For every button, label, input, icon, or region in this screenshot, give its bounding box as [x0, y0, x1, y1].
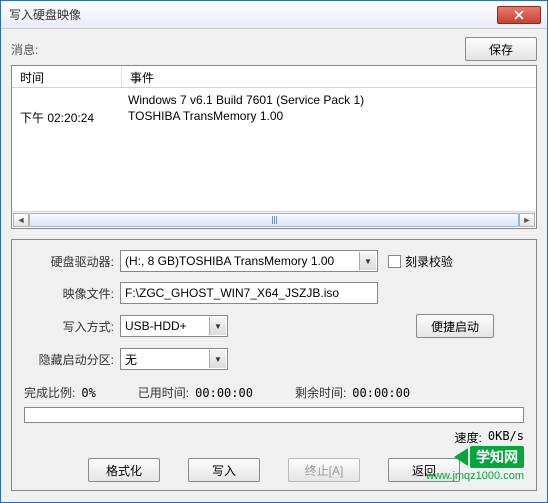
- verify-label: 刻录校验: [405, 253, 453, 270]
- chevron-down-icon[interactable]: ▼: [209, 350, 226, 368]
- scroll-left-arrow[interactable]: ◄: [13, 213, 29, 227]
- watermark-url: www.jmqz1000.com: [426, 470, 524, 482]
- hidden-partition-combo[interactable]: 无 ▼: [120, 348, 228, 370]
- speed-label: 速度:: [455, 429, 482, 446]
- stats-row: 完成比例: 0% 已用时间: 00:00:00 剩余时间: 00:00:00: [24, 384, 524, 401]
- scroll-track[interactable]: [29, 213, 519, 227]
- percent-value: 0%: [81, 386, 95, 400]
- scroll-thumb[interactable]: [29, 213, 519, 227]
- elapsed-value: 00:00:00: [195, 386, 253, 400]
- col-time[interactable]: 时间: [12, 66, 122, 87]
- image-label: 映像文件:: [24, 285, 120, 302]
- window-title: 写入硬盘映像: [9, 6, 81, 23]
- close-button[interactable]: [497, 6, 541, 24]
- action-buttons: 格式化 写入 终止[A] 返回 学知网 www.jmqz1000.com: [24, 458, 524, 482]
- form-panel: 硬盘驱动器: (H:, 8 GB)TOSHIBA TransMemory 1.0…: [11, 239, 537, 491]
- titlebar[interactable]: 写入硬盘映像: [1, 1, 547, 29]
- percent-label: 完成比例:: [24, 384, 75, 401]
- log-panel: 时间 事件 Windows 7 v6.1 Build 7601 (Service…: [11, 65, 537, 229]
- write-disk-image-window: 写入硬盘映像 消息: 保存 时间 事件 Windows 7 v6.1 Build…: [0, 0, 548, 503]
- scroll-right-arrow[interactable]: ►: [519, 213, 535, 227]
- save-button[interactable]: 保存: [465, 37, 537, 61]
- remaining-label: 剩余时间:: [295, 384, 346, 401]
- verify-checkbox[interactable]: [388, 255, 401, 268]
- quick-boot-button[interactable]: 便捷启动: [416, 314, 494, 338]
- close-icon: [514, 10, 524, 20]
- watermark-text: 学知网: [470, 446, 524, 468]
- messages-label: 消息:: [11, 41, 38, 58]
- verify-checkbox-wrap[interactable]: 刻录校验: [388, 253, 453, 270]
- format-button[interactable]: 格式化: [88, 458, 160, 482]
- write-mode-combo[interactable]: USB-HDD+ ▼: [120, 315, 228, 337]
- progress-bar: [24, 407, 524, 423]
- log-header: 时间 事件: [12, 66, 536, 88]
- hidden-partition-label: 隐藏启动分区:: [24, 351, 120, 368]
- remaining-value: 00:00:00: [352, 386, 410, 400]
- chevron-down-icon[interactable]: ▼: [359, 252, 376, 270]
- drive-label: 硬盘驱动器:: [24, 253, 120, 270]
- write-button[interactable]: 写入: [188, 458, 260, 482]
- table-row[interactable]: 下午 02:20:24 TOSHIBA TransMemory 1.00: [12, 108, 536, 127]
- table-row[interactable]: Windows 7 v6.1 Build 7601 (Service Pack …: [12, 92, 536, 108]
- drive-combo[interactable]: (H:, 8 GB)TOSHIBA TransMemory 1.00 ▼: [120, 250, 378, 272]
- horizontal-scrollbar[interactable]: ◄ ►: [13, 211, 535, 227]
- watermark: 学知网 www.jmqz1000.com: [426, 446, 524, 482]
- col-event[interactable]: 事件: [122, 66, 536, 87]
- arrow-icon: [454, 448, 468, 466]
- elapsed-label: 已用时间:: [138, 384, 189, 401]
- abort-button: 终止[A]: [288, 458, 360, 482]
- write-mode-label: 写入方式:: [24, 318, 120, 335]
- log-body: Windows 7 v6.1 Build 7601 (Service Pack …: [12, 88, 536, 131]
- image-path-input[interactable]: F:\ZGC_GHOST_WIN7_X64_JSZJB.iso: [120, 282, 378, 304]
- chevron-down-icon[interactable]: ▼: [209, 317, 226, 335]
- speed-value: 0KB/s: [488, 429, 524, 446]
